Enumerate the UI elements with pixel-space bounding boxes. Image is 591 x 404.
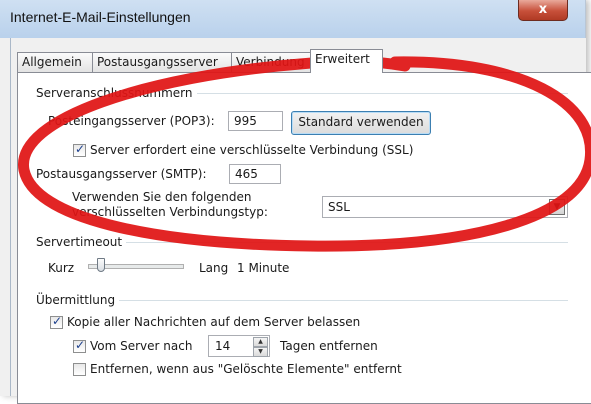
title-bar: Internet-E-Mail-Einstellungen x [0,0,585,38]
encryption-type-value: SSL [328,200,350,214]
remove-after-checkbox[interactable]: ✓ [73,338,86,353]
timeout-group-label: Servertimeout [36,235,127,249]
chevron-down-icon[interactable]: ▼ [253,347,268,357]
tab-verbindung[interactable]: Verbindung [231,52,317,72]
keep-copy-label: Kopie aller Nachrichten auf dem Server b… [67,315,361,329]
close-button[interactable]: x [518,0,568,21]
check-icon: ✓ [52,314,63,328]
timeout-value: 1 Minute [237,261,290,275]
timeout-slider-thumb[interactable] [96,258,105,272]
incoming-port-input[interactable]: 995 [228,111,283,131]
stepper-buttons: ▲ ▼ [253,337,268,357]
tab-label: Postausgangsserver [97,55,218,69]
use-default-button[interactable]: Standard verwenden [291,111,431,135]
check-icon: ✓ [75,142,86,156]
timeout-long-label: Lang [199,261,229,275]
chevron-down-icon[interactable]: ▼ [549,199,565,215]
outgoing-server-label: Postausgangsserver (SMTP): [36,167,207,181]
keep-copy-checkbox[interactable]: ✓ [50,314,63,329]
tab-allgemein[interactable]: Allgemein [17,52,93,72]
days-stepper[interactable]: 14 ▲ ▼ [208,335,270,357]
group-divider [40,300,568,301]
ssl-checkbox-label: Server erfordert eine verschlüsselte Ver… [90,143,414,157]
chevron-up-icon[interactable]: ▲ [253,337,268,347]
delivery-group-label: Übermittlung [36,293,120,307]
close-icon: x [538,2,548,17]
tab-erweitert[interactable]: Erweitert [310,49,383,73]
outgoing-port-input[interactable]: 465 [229,164,281,184]
encryption-label-line1: Verwenden Sie den folgenden [72,190,252,204]
remove-deleted-label: Entfernen, wenn aus "Gelöschte Elemente"… [90,362,402,376]
dialog-window: Internet-E-Mail-Einstellungen x Allgemei… [0,0,591,404]
days-value: 14 [215,339,231,353]
days-suffix-label: Tagen entfernen [280,339,378,353]
check-icon: ✓ [75,338,86,352]
encryption-type-select[interactable]: SSL ▼ [322,196,568,218]
window-title: Internet-E-Mail-Einstellungen [10,9,191,25]
encryption-label-line2: verschlüsselten Verbindungstyp: [72,205,268,219]
ports-group-label: Serveranschlussnummern [36,86,197,100]
tab-label: Allgemein [22,55,82,69]
tab-label: Erweitert [315,52,370,66]
tab-postausgangsserver[interactable]: Postausgangsserver [92,52,232,72]
tab-label: Verbindung [236,55,305,69]
remove-after-label: Vom Server nach [90,339,193,353]
ssl-checkbox[interactable]: ✓ [73,142,86,157]
timeout-short-label: Kurz [48,261,75,275]
incoming-server-label: Posteingangsserver (POP3): [48,114,215,128]
remove-deleted-checkbox[interactable] [73,363,86,376]
